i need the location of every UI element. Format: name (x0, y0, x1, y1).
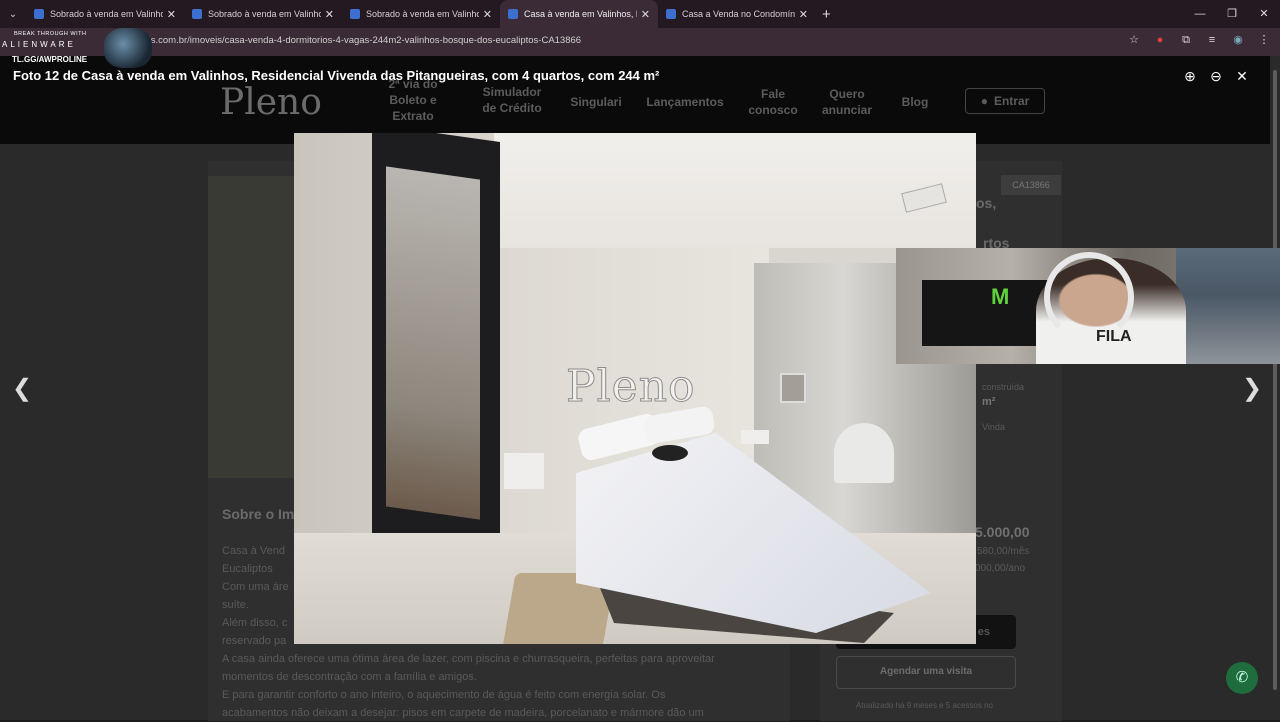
nightstand (741, 430, 769, 444)
media-control-icon[interactable]: ≡ (1204, 32, 1220, 48)
window-glass (386, 166, 480, 520)
extensions-puzzle-icon[interactable]: ⧉ (1178, 32, 1194, 48)
desc-line: suíte. (222, 599, 249, 611)
restore-icon[interactable]: ❐ (1216, 0, 1248, 28)
tab-4-active[interactable]: Casa à venda em Valinhos, Res ✕ (500, 0, 658, 28)
nav-boleto[interactable]: 2ª via do Boleto e Extrato (385, 76, 441, 124)
tab-1[interactable]: Sobrado à venda em Valinhos, ✕ (26, 0, 184, 28)
desc-line: Além disso, c (222, 617, 288, 629)
window-controls: — ❐ ✕ (1184, 0, 1280, 28)
bookmark-star-icon[interactable]: ☆ (1126, 32, 1142, 48)
login-button[interactable]: ● Entrar (965, 88, 1045, 114)
nav-fale-conosco[interactable]: Fale conosco (746, 86, 800, 118)
webcam-overlay: M FILA (896, 248, 1280, 364)
profile-avatar-icon[interactable]: ◉ (1230, 32, 1246, 48)
next-photo-icon[interactable]: ❯ (1242, 374, 1262, 403)
listing-gallery (208, 176, 298, 478)
shelf (1176, 248, 1280, 364)
cushion (652, 445, 688, 461)
nav-lancamentos[interactable]: Lançamentos (640, 94, 730, 110)
minimize-icon[interactable]: — (1184, 0, 1216, 28)
lightbox-title: Foto 12 de Casa à venda em Valinhos, Res… (13, 68, 660, 83)
schedule-visit-button[interactable]: Agendar uma visita (836, 656, 1016, 689)
tab-5[interactable]: Casa a Venda no Condomínio R ✕ (658, 0, 816, 28)
desc-line: Com uma áre (222, 581, 289, 593)
nav-blog[interactable]: Blog (895, 94, 935, 110)
listing-code: CA13866 (1001, 175, 1061, 195)
lightbox-photo[interactable]: Pleno (294, 133, 976, 644)
price-value: 5.000,00 (975, 524, 1030, 540)
page-scrollbar[interactable] (1270, 56, 1280, 720)
zoom-in-icon[interactable]: ⊕ (1182, 67, 1198, 85)
desc-line: E para garantir conforto o ano inteiro, … (222, 689, 666, 701)
desc-line: acabamentos não deixam a desejar: pisos … (222, 707, 704, 719)
price-month: 580,00/mês (977, 546, 1030, 557)
site-logo[interactable]: Pleno (220, 82, 322, 123)
nav-quero-anunciar[interactable]: Quero anunciar (818, 86, 876, 118)
shirt-logo: FILA (1096, 328, 1132, 345)
about-title: Sobre o Im (222, 506, 295, 522)
window-close-icon[interactable]: ✕ (1248, 0, 1280, 28)
mouse-image-icon (104, 28, 152, 68)
lightbox-controls: ⊕ ⊖ ✕ (1182, 67, 1250, 85)
close-tab-icon[interactable]: ✕ (167, 8, 176, 21)
previous-photo-icon[interactable]: ❮ (12, 374, 32, 403)
close-tab-icon[interactable]: ✕ (483, 8, 492, 21)
extension-red-icon[interactable]: ● (1152, 32, 1168, 48)
monster-logo-icon: M (991, 284, 1010, 309)
desc-line: Casa à Vend (222, 545, 285, 557)
menu-kebab-icon[interactable]: ⋮ (1256, 32, 1272, 48)
nightstand (504, 453, 544, 489)
close-tab-icon[interactable]: ✕ (641, 8, 650, 21)
sponsor-overlay: BREAK THROUGH WITH ALIENWARE TL.GG/AWPRO… (0, 28, 152, 68)
side-title-fragment: os, (976, 195, 997, 211)
photo-watermark: Pleno (566, 361, 696, 413)
favicon-icon (350, 9, 360, 19)
nav-simulador[interactable]: Simulador de Crédito (478, 84, 546, 116)
desc-line: A casa ainda oferece uma ótima área de l… (222, 653, 715, 665)
side-label: Vinda (982, 422, 1005, 432)
close-tab-icon[interactable]: ✕ (799, 8, 808, 21)
tab-search-icon[interactable]: ⌄ (0, 0, 26, 28)
price-year: 000,00/ano (975, 563, 1026, 574)
favicon-icon (192, 9, 202, 19)
scrollbar-thumb[interactable] (1273, 70, 1277, 690)
whatsapp-icon[interactable]: ✆ (1226, 662, 1258, 694)
tab-3[interactable]: Sobrado à venda em Valinhos, ✕ (342, 0, 500, 28)
address-bar: oimoveis.com.br/imoveis/casa-venda-4-dor… (0, 28, 1280, 56)
toolbar-icons: ☆ ● ⧉ ≡ ◉ ⋮ (1126, 32, 1272, 48)
desc-line: Eucaliptos (222, 563, 273, 575)
close-icon[interactable]: ✕ (1234, 67, 1250, 85)
tab-2[interactable]: Sobrado à venda em Valinhos, ✕ (184, 0, 342, 28)
url-field[interactable]: oimoveis.com.br/imoveis/casa-venda-4-dor… (118, 35, 581, 46)
close-tab-icon[interactable]: ✕ (325, 8, 334, 21)
user-icon: ● (980, 94, 988, 108)
area-value: m² (982, 396, 996, 408)
bathtub (834, 423, 894, 483)
browser-tab-bar: ⌄ Sobrado à venda em Valinhos, ✕ Sobrado… (0, 0, 1280, 28)
monitor (922, 280, 1052, 346)
favicon-icon (34, 9, 44, 19)
zoom-out-icon[interactable]: ⊖ (1208, 67, 1224, 85)
desc-line: momentos de descontração com a família e… (222, 671, 477, 683)
new-tab-icon[interactable]: + (822, 6, 831, 23)
favicon-icon (666, 9, 676, 19)
update-note: Atualizado há 9 meses e 5 acessos no (856, 701, 993, 710)
nav-singulari[interactable]: Singulari (566, 94, 626, 110)
desc-line: reservado pa (222, 635, 287, 647)
favicon-icon (508, 9, 518, 19)
